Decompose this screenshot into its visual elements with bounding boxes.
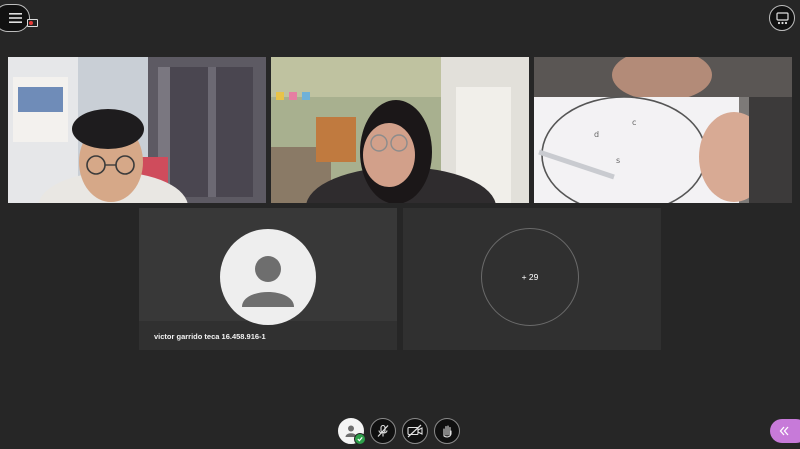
svg-text:c: c (632, 118, 636, 127)
svg-text:d: d (594, 130, 599, 139)
menu-button[interactable] (0, 4, 30, 32)
camera-off-icon (407, 424, 423, 438)
layout-button[interactable] (769, 5, 795, 31)
video-feed-woman-glasses (271, 57, 529, 203)
double-chevron-left-icon (779, 426, 789, 436)
my-status-button[interactable] (338, 418, 366, 445)
raise-hand-button[interactable] (434, 418, 460, 444)
open-collaborate-panel-button[interactable] (770, 419, 800, 443)
camera-button[interactable] (402, 418, 428, 444)
default-avatar-icon (220, 229, 316, 325)
mic-off-icon (377, 424, 389, 437)
hamburger-icon (8, 13, 22, 23)
raise-hand-icon (443, 425, 452, 438)
grid-layout-icon (775, 11, 789, 24)
svg-text:s: s (616, 156, 620, 165)
check-icon (354, 433, 366, 445)
microphone-button[interactable] (370, 418, 396, 444)
video-tile-3[interactable]: d c s (534, 57, 792, 203)
more-participants-tile[interactable]: + 29 (403, 208, 661, 350)
participant-tile-no-video[interactable]: victor garrido teca 16.458.916-1 (139, 208, 397, 350)
session-controls (338, 418, 460, 446)
participant-name: victor garrido teca 16.458.916-1 (154, 332, 266, 341)
video-tile-1[interactable] (8, 57, 266, 203)
video-feed-man-glasses (8, 57, 266, 203)
video-feed-drawing-circle: d c s (534, 57, 792, 203)
more-participants-count[interactable]: + 29 (481, 228, 579, 326)
recording-icon (27, 19, 38, 27)
video-tile-2[interactable] (271, 57, 529, 203)
